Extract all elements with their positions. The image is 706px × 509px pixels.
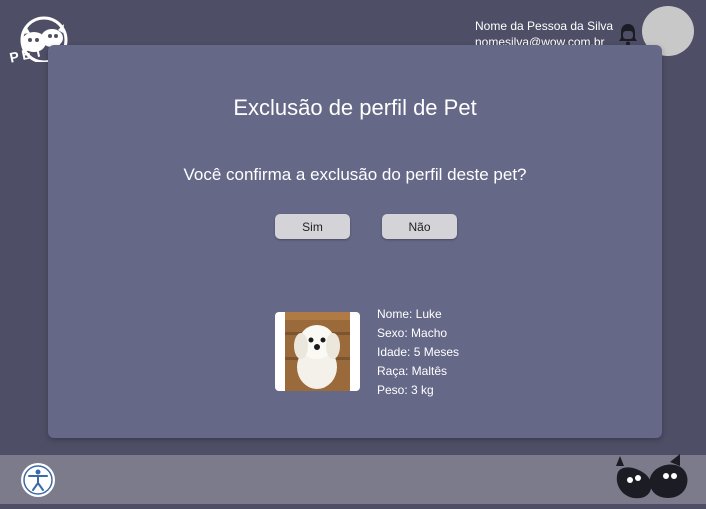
- accessibility-icon[interactable]: [20, 462, 56, 498]
- bell-icon[interactable]: [617, 22, 639, 46]
- pet-age: Idade: 5 Meses: [377, 345, 460, 359]
- modal-question: Você confirma a exclusão do perfil deste…: [183, 165, 527, 184]
- delete-pet-modal: Exclusão de perfil de Pet Você confirma …: [48, 45, 662, 438]
- pet-info: Nome: Luke Sexo: Macho Idade: 5 Meses Ra…: [377, 305, 459, 400]
- pet-photo: [275, 312, 360, 391]
- pet-weight: Peso: 3 kg: [377, 383, 434, 397]
- pet-breed: Raça: Maltês: [377, 364, 448, 378]
- pet-sex: Sexo: Macho: [377, 326, 448, 340]
- pet-name: Nome: Luke: [377, 307, 442, 321]
- modal-title: Exclusão de perfil de Pet: [233, 95, 477, 120]
- cancel-button[interactable]: Não: [382, 214, 457, 239]
- pets-logo-icon: [610, 452, 694, 504]
- bottom-bar: [0, 455, 706, 504]
- confirm-button[interactable]: Sim: [275, 214, 350, 239]
- user-name: Nome da Pessoa da Silva: [475, 19, 614, 33]
